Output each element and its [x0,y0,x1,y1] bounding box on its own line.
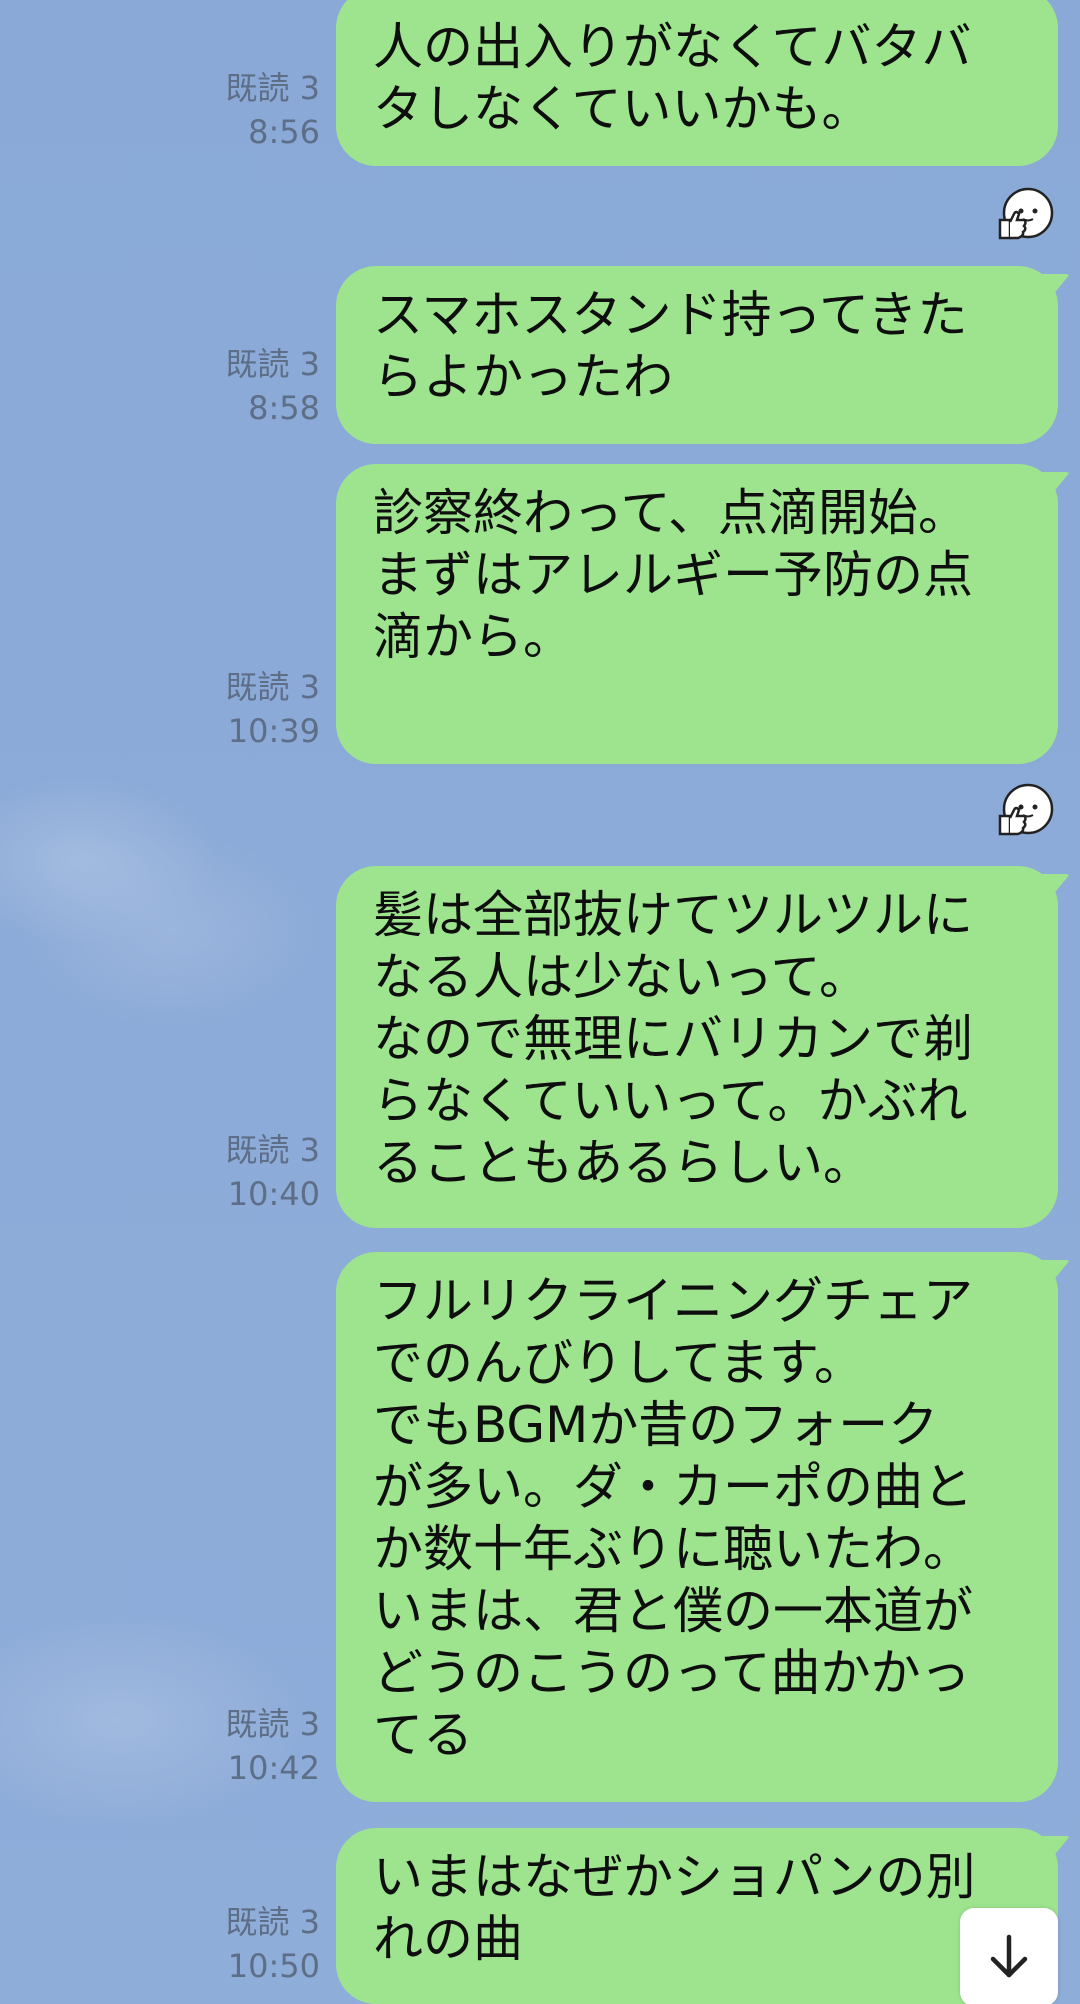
message-meta: 既読 3 10:50 [180,1900,320,1988]
thumbs-up-sticker-icon[interactable] [996,782,1054,840]
read-status: 既読 3 [225,1131,320,1169]
message-bubble[interactable]: 診察終わって、点滴開始。 まずはアレルギー予防の点 滴から。 [336,464,1058,764]
message-meta: 既読 3 8:56 [180,66,320,154]
read-status: 既読 3 [225,1903,320,1941]
message-bubble[interactable]: スマホスタンド持ってきた らよかったわ [336,266,1058,444]
read-status: 既読 3 [225,69,320,107]
message-time: 8:58 [248,389,320,427]
read-status: 既読 3 [225,345,320,383]
thumbs-up-sticker-icon[interactable] [996,186,1054,244]
read-status: 既読 3 [225,1705,320,1743]
message-time: 10:39 [227,712,320,750]
message-time: 10:50 [227,1947,320,1985]
arrow-down-icon [990,1934,1028,1978]
message-meta: 既読 3 10:39 [180,665,320,753]
message-bubble[interactable]: 髪は全部抜けてツルツルに なる人は少ないって。 なので無理にバリカンで剃 らなく… [336,866,1058,1228]
message-time: 10:42 [227,1749,320,1787]
read-status: 既読 3 [225,668,320,706]
message-meta: 既読 3 10:40 [180,1128,320,1216]
message-bubble[interactable]: いまはなぜかショパンの別 れの曲 [336,1828,1058,2004]
message-time: 8:56 [248,113,320,151]
message-time: 10:40 [227,1175,320,1213]
message-meta: 既読 3 8:58 [180,342,320,430]
message-bubble[interactable]: 人の出入りがなくてバタバ タしなくていいかも。 [336,0,1058,166]
scroll-to-bottom-button[interactable] [960,1908,1058,2004]
message-bubble[interactable]: フルリクライニングチェア でのんびりしてます。 でもBGMか昔のフォーク が多い… [336,1252,1058,1802]
message-meta: 既読 3 10:42 [180,1702,320,1790]
